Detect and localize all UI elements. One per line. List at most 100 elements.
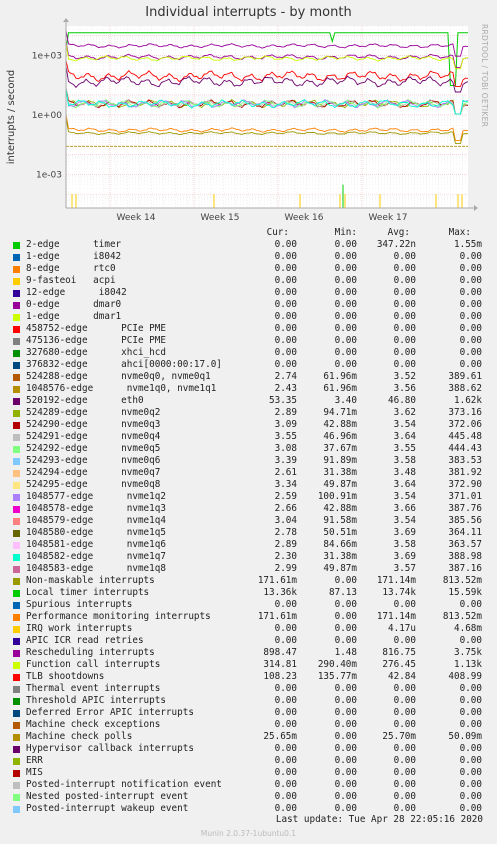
legend-swatch [13, 494, 20, 501]
legend-avg-value: 13.74k [382, 587, 416, 598]
legend-row: 524291-edge nvme0q4 3.55 46.96m 3.64 445.48 [0, 431, 497, 443]
legend-label: ERR [26, 755, 43, 766]
legend-swatch [13, 290, 20, 297]
header-avg: Avg: [387, 227, 410, 238]
x-axis-arrow [474, 205, 478, 211]
legend-row: 327680-edge xhci_hcd 0.00 0.00 0.00 0.00 [0, 347, 497, 359]
legend-avg-value: 3.58 [393, 455, 416, 466]
legend-row: 520192-edge eth0 53.35 3.40 46.80 1.62k [0, 395, 497, 407]
legend-avg-value: 0.00 [393, 767, 416, 778]
legend-avg-value: 0.00 [393, 299, 416, 310]
legend-row: Machine check exceptions 0.00 0.00 0.00 0.00 [0, 719, 497, 731]
legend-row: Deferred Error APIC interrupts 0.00 0.00 0.… [0, 707, 497, 719]
legend-row: Performance monitoring interrupts 171.61m… [0, 611, 497, 623]
legend-avg-value: 3.48 [393, 467, 416, 478]
legend-swatch [13, 626, 20, 633]
legend-max-value: 381.92 [448, 467, 482, 478]
legend-avg-value: 3.54 [393, 419, 416, 430]
legend-avg-value: 0.00 [393, 719, 416, 730]
legend-avg-value: 0.00 [393, 755, 416, 766]
legend-label: 524290-edge nvme0q3 [26, 419, 161, 430]
legend-max-value: 0.00 [459, 251, 482, 262]
legend-row: 12-edge i8042 0.00 0.00 0.00 0.00 [0, 287, 497, 299]
legend-swatch [13, 746, 20, 753]
legend-avg-value: 3.52 [393, 371, 416, 382]
legend-avg-value: 3.54 [393, 515, 416, 526]
legend-avg-value: 3.62 [393, 407, 416, 418]
legend-row: Machine check polls 25.65m 0.00 25.70m 50.09… [0, 731, 497, 743]
legend-label: Performance monitoring interrupts [26, 611, 211, 622]
legend-label: 1048579-edge nvme1q4 [26, 515, 166, 526]
legend-swatch [13, 650, 20, 657]
legend-max-value: 0.00 [459, 347, 482, 358]
legend-swatch [13, 578, 20, 585]
legend-row: Posted-interrupt notification event 0.00 0… [0, 779, 497, 791]
legend-max-value: 0.00 [459, 311, 482, 322]
legend-row: IRQ work interrupts 0.00 0.00 4.17u 4.68m [0, 623, 497, 635]
legend-label: Threshold APIC interrupts [26, 695, 166, 706]
legend-swatch [13, 254, 20, 261]
legend-max-value: 387.16 [448, 563, 482, 574]
legend-label: 524289-edge nvme0q2 [26, 407, 161, 418]
legend-swatch [13, 422, 20, 429]
legend-max-value: 372.06 [448, 419, 482, 430]
legend-swatch [13, 374, 20, 381]
legend-swatch [13, 470, 20, 477]
legend-row: 8-edge rtc0 0.00 0.00 0.00 0.00 [0, 263, 497, 275]
legend-max-value: 445.48 [448, 431, 482, 442]
legend-avg-value: 0.00 [393, 359, 416, 370]
legend-swatch [13, 458, 20, 465]
legend-max-value: 388.98 [448, 551, 482, 562]
legend-label: 376832-edge ahci[0000:00:17.0] [26, 359, 222, 370]
legend-row: 524289-edge nvme0q2 2.89 94.71m 3.62 373.16 [0, 407, 497, 419]
legend-label: 8-edge rtc0 [26, 263, 116, 274]
legend-max-value: 0.00 [459, 299, 482, 310]
legend-swatch [13, 794, 20, 801]
legend-swatch [13, 278, 20, 285]
legend-swatch [13, 530, 20, 537]
legend-row: 458752-edge PCIe PME 0.00 0.00 0.00 0.00 [0, 323, 497, 335]
legend-swatch [13, 518, 20, 525]
legend-label: Hypervisor callback interrupts [26, 743, 194, 754]
legend-row: 2-edge timer 0.00 0.00 347.22n 1.55m [0, 239, 497, 251]
legend-avg-value: 0.00 [393, 743, 416, 754]
legend-row: Rescheduling interrupts 898.47 1.48 816.75 3… [0, 647, 497, 659]
legend-avg-value: 0.00 [393, 311, 416, 322]
legend-swatch [13, 410, 20, 417]
legend-row: Local timer interrupts 13.36k 87.13 13.74k 1… [0, 587, 497, 599]
legend-label: IRQ work interrupts [26, 623, 133, 634]
legend-row: 1-edge dmar1 0.00 0.00 0.00 0.00 [0, 311, 497, 323]
legend-label: 1048583-edge nvme1q8 [26, 563, 166, 574]
legend-row: 9-fasteoi acpi 0.00 0.00 0.00 0.00 [0, 275, 497, 287]
legend-swatch [13, 338, 20, 345]
legend-avg-value: 3.55 [393, 443, 416, 454]
legend-swatch [13, 710, 20, 717]
legend-avg-value: 46.80 [388, 395, 416, 406]
legend-label: Machine check polls [26, 731, 133, 742]
legend-row: Hypervisor callback interrupts 0.00 0.00 0.… [0, 743, 497, 755]
legend-label: 524295-edge nvme0q8 [26, 479, 161, 490]
legend-swatch [13, 806, 20, 813]
legend-avg-value: 0.00 [393, 323, 416, 334]
legend-max-value: 0.00 [459, 707, 482, 718]
legend-label: MIS [26, 767, 43, 778]
x-tick-label: Week 15 [201, 213, 240, 223]
legend-max-value: 0.00 [459, 743, 482, 754]
legend-avg-value: 0.00 [393, 695, 416, 706]
legend-max-value: 0.00 [459, 263, 482, 274]
legend-swatch [13, 266, 20, 273]
legend-label: 524293-edge nvme0q6 [26, 455, 161, 466]
legend-label: 524288-edge nvme0q0, nvme0q1 [26, 371, 211, 382]
legend-swatch [13, 662, 20, 669]
legend-avg-value: 276.45 [382, 659, 416, 670]
legend-max-value: 0.00 [459, 599, 482, 610]
legend-avg-value: 0.00 [393, 263, 416, 274]
legend-max-value: 0.00 [459, 767, 482, 778]
legend-max-value: 387.76 [448, 503, 482, 514]
legend-label: 1048580-edge nvme1q5 [26, 527, 166, 538]
legend-label: 520192-edge eth0 [26, 395, 144, 406]
legend-row: Function call interrupts 314.81 290.40m 276… [0, 659, 497, 671]
legend-swatch [13, 542, 20, 549]
legend-swatch [13, 242, 20, 249]
legend-max-value: 373.16 [448, 407, 482, 418]
